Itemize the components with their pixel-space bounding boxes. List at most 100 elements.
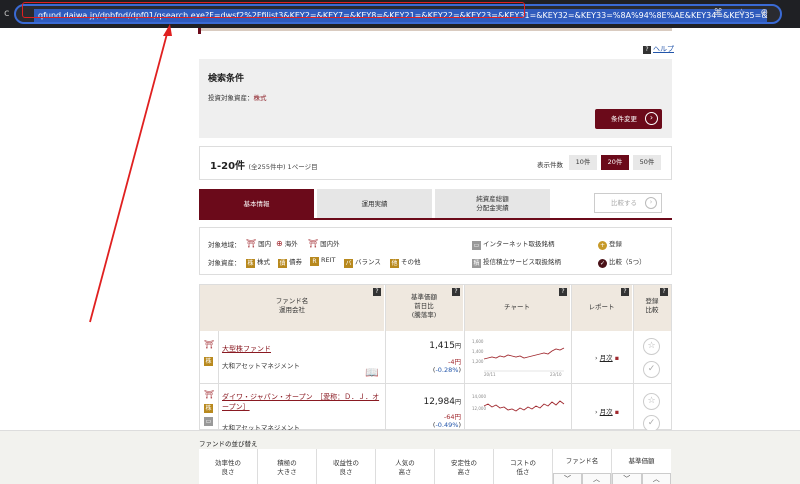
help-icon[interactable]: ? [660, 288, 668, 296]
header-fund: ? ファンド名 運用会社 [200, 285, 385, 331]
sort-desc-button[interactable]: ﹀ [553, 473, 582, 484]
sort-label: ファンド名 [565, 457, 599, 465]
header-register-line2: 比較 [645, 306, 659, 314]
asset-condition-label: 投資対象資産： [208, 94, 254, 102]
fund-name-link[interactable]: 大型株ファンド [222, 344, 271, 354]
header-price-line2: 前日比 [414, 302, 434, 310]
sort-arrows: ﹀ ︿ [612, 473, 671, 484]
page-size-10[interactable]: 10件 [569, 155, 597, 170]
sort-asc-button[interactable]: ︿ [582, 473, 611, 484]
sort-label: 積極の [277, 459, 297, 467]
header-register: ? 登録 比較 [633, 285, 671, 331]
stock-icon: 株 [204, 357, 213, 366]
sort-price: 基準価額 ﹀ ︿ [612, 449, 671, 484]
tsumitate-legend: 積投信積立サービス取扱銘柄 [472, 256, 561, 268]
sort-label: 低さ [516, 468, 530, 476]
header-fund-line1: ファンド名 [275, 297, 309, 305]
sort-label: 安定性の [451, 459, 477, 467]
sort-label: 高さ [398, 468, 412, 476]
help-icon[interactable]: ? [559, 288, 567, 296]
global-icon: ⛩ [308, 239, 319, 248]
row-icons: ⛩ 株 [200, 331, 219, 383]
mini-chart: 1,600 1,400 1,200 20/11 23/10 [472, 339, 565, 377]
page-size-50[interactable]: 50件 [633, 155, 661, 170]
address-bar-icons[interactable]: ⌘ ☆ ⊕ [714, 8, 774, 18]
header-chart: ? チャート [464, 285, 571, 331]
sort-label: 基準価額 [628, 457, 655, 465]
conditions-title: 検索条件 [208, 74, 245, 84]
sort-efficiency[interactable]: 効率性の 良さ [199, 449, 258, 484]
help-icon[interactable]: ? [621, 288, 629, 296]
sort-fund-name: ファンド名 ﹀ ︿ [553, 449, 612, 484]
bond-icon: 債 [278, 259, 287, 268]
fund-table: ? ファンド名 運用会社 ? 基準価額 前日比 (騰落率) ? チャート ? レ… [199, 284, 672, 432]
browser-toolbar: c qfund.daiwa.jp/dpbfnd/dpf01/qsearch.ex… [0, 0, 800, 28]
book-icon[interactable]: 📖 [365, 366, 380, 379]
asset-other: 他その他 [390, 256, 421, 268]
tab-basic-info[interactable]: 基本情報 [199, 189, 314, 219]
sort-stability[interactable]: 安定性の 高さ [435, 449, 494, 484]
tab-net-assets-line1: 純資産総額 [476, 195, 509, 203]
header-report-label: レポート [588, 303, 615, 311]
fund-change: -64円 [443, 413, 461, 421]
top-strip-accent [198, 28, 201, 34]
region-global-label: 国内外 [320, 240, 340, 248]
help-icon: ? [643, 46, 651, 54]
tab-performance[interactable]: 運用実績 [317, 189, 432, 219]
region-overseas-label: 海外 [284, 240, 298, 248]
fund-company: 大和アセットマネジメント [222, 362, 300, 370]
fund-change-pct-value: -0.49% [435, 421, 459, 429]
tab-net-assets-line2: 分配金実績 [476, 204, 509, 212]
check-icon: ✓ [598, 259, 607, 268]
header-price-line3: (騰落率) [411, 311, 437, 319]
site-info-icon[interactable]: c [4, 8, 10, 19]
sort-label: 高さ [457, 468, 471, 476]
chevron-right-icon: › [645, 112, 658, 125]
table-row: ⛩ 株 大型株ファンド 大和アセットマネジメント 📖 1,415円 -4円 (-… [200, 331, 671, 384]
compare-button[interactable]: 比較する › [594, 193, 662, 213]
chart-x-label: 20/11 [484, 372, 496, 377]
globe-icon: ⊕ [276, 239, 283, 248]
monthly-report-link[interactable]: › 月次 ▪ [595, 352, 619, 362]
check-compare-button[interactable]: ✓ [643, 361, 660, 378]
register-legend: + 登録 [598, 238, 622, 250]
region-overseas: ⊕ 海外 [276, 238, 298, 248]
stock-icon: 株 [246, 259, 255, 268]
tsumitate-legend-label: 投信積立サービス取扱銘柄 [483, 258, 561, 266]
sort-label: 良さ [221, 468, 235, 476]
sort-popularity[interactable]: 人気の 高さ [376, 449, 435, 484]
header-register-line1: 登録 [645, 297, 659, 305]
star-register-button[interactable]: ☆ [643, 393, 660, 410]
monthly-report-link[interactable]: › 月次 ▪ [595, 406, 619, 416]
asset-other-label: その他 [401, 258, 421, 266]
domestic-icon: ⛩ [204, 390, 215, 399]
domestic-icon: ⛩ [204, 340, 215, 349]
top-strip [198, 28, 672, 31]
asset-reit: R REIT [310, 256, 336, 266]
help-icon[interactable]: ? [373, 288, 381, 296]
sort-profitability[interactable]: 収益性の 良さ [317, 449, 376, 484]
fund-name-link[interactable]: ダイワ・ジャパン・オープン ［愛称：Ｄ．Ｊ．オープン］ [222, 392, 382, 412]
sort-aggressiveness[interactable]: 積極の 大きさ [258, 449, 317, 484]
sort-cost[interactable]: コストの 低さ [494, 449, 553, 484]
tab-net-assets[interactable]: 純資産総額 分配金実績 [435, 189, 550, 219]
chart-y-label: 1,600 [472, 339, 484, 344]
sort-asc-button[interactable]: ︿ [641, 473, 671, 484]
balance-icon: バ [344, 259, 353, 268]
chevron-right-icon: › [645, 197, 657, 209]
asset-balance: ババランス [344, 256, 381, 268]
compare-legend: ✓ 比較（5つ） [598, 256, 646, 268]
region-global: ⛩ 国内外 [308, 238, 340, 248]
star-register-button[interactable]: ☆ [643, 338, 660, 355]
legend-panel: 対象地域： ⛩ 国内 ⊕ 海外 ⛩ 国内外 対象資産： 株株式 債債券 R REIT バ… [199, 227, 672, 275]
sort-panel: ファンドの並び替え 効率性の 良さ 積極の 大きさ 収益性の 良さ 人気の 高さ 安定性… [0, 430, 800, 484]
sort-label: 効率性の [215, 459, 241, 467]
fund-price-value: 1,415 [429, 341, 455, 351]
page-size-20[interactable]: 20件 [601, 155, 629, 170]
help-link[interactable]: ? ヘルプ [643, 44, 674, 54]
sort-desc-button[interactable]: ﹀ [612, 473, 642, 484]
help-icon[interactable]: ? [452, 288, 460, 296]
chart-x-label: 23/10 [550, 372, 562, 377]
change-conditions-button[interactable]: 条件変更 › [595, 109, 662, 129]
laptop-icon: ▭ [472, 241, 481, 250]
